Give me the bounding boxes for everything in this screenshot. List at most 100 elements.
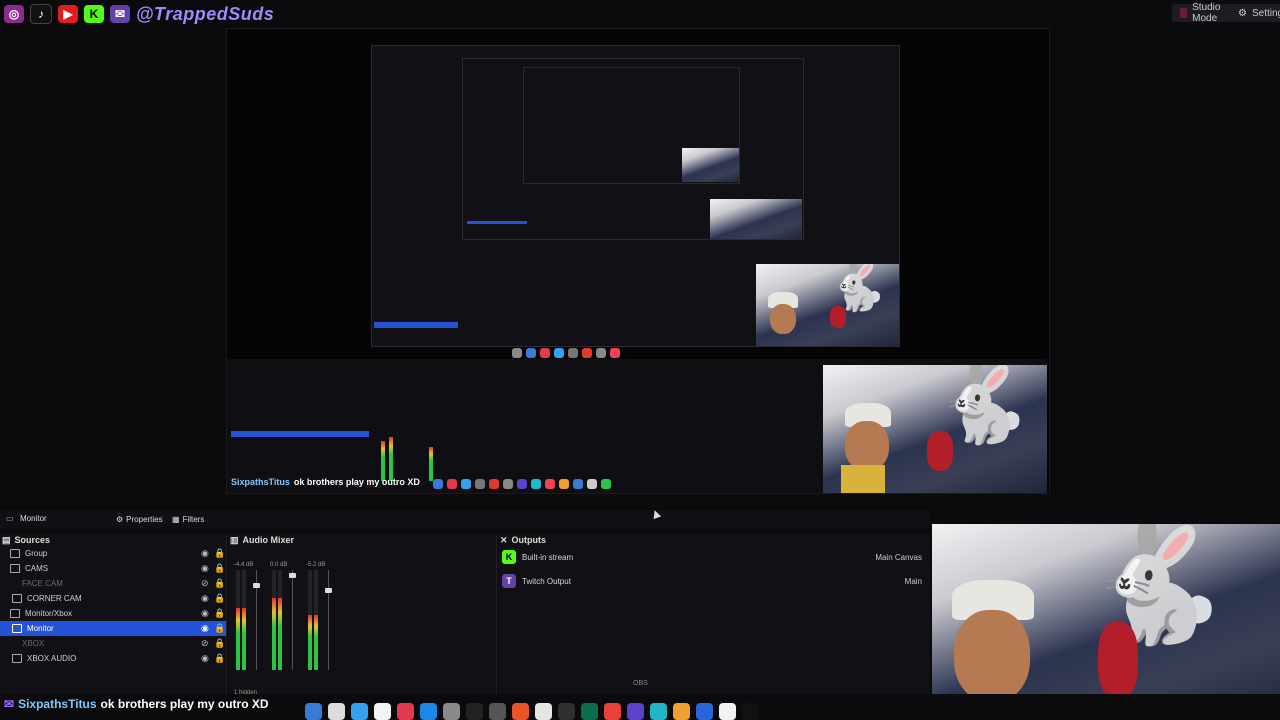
chat-user: SixpathsTitus: [18, 697, 97, 711]
gear-icon: ⚙: [116, 514, 124, 524]
eye-off-icon[interactable]: ⊘: [201, 578, 209, 589]
social-strip: ◎ ♪ ▶ K ✉ @TrappedSuds: [4, 4, 274, 24]
arrow-icon[interactable]: [604, 703, 621, 720]
outputs-title: Outputs: [511, 535, 547, 545]
lock-icon[interactable]: 🔒: [214, 653, 225, 664]
lock-icon[interactable]: 🔒: [214, 578, 225, 589]
launchpad-icon[interactable]: [328, 703, 345, 720]
current-scene-label: Monitor: [20, 514, 47, 523]
youtube-icon: ▶: [58, 5, 78, 23]
kick-icon: K: [84, 5, 104, 23]
audio-mixer-title: Audio Mixer: [242, 535, 295, 545]
face: [770, 304, 796, 334]
eye-icon[interactable]: ◉: [201, 593, 209, 604]
chatgpt-icon[interactable]: [535, 703, 552, 720]
fader-knob[interactable]: [253, 583, 260, 588]
calendar-icon[interactable]: [374, 703, 391, 720]
source-item[interactable]: Monitor/Xbox ◉ 🔒: [0, 606, 226, 621]
twitch-icon: ✉: [4, 697, 15, 711]
red-figure: [830, 306, 846, 328]
obs-icon[interactable]: [489, 703, 506, 720]
filters-button[interactable]: ▦ Filters: [168, 512, 208, 526]
source-label: Monitor/Xbox: [25, 609, 73, 618]
eye-icon[interactable]: ◉: [201, 563, 209, 574]
nested-chat: SixpathsTitus ok brothers play my outro …: [231, 477, 420, 487]
brave-icon[interactable]: [512, 703, 529, 720]
music-icon[interactable]: [397, 703, 414, 720]
folder-icon: [10, 609, 20, 618]
spark-icon[interactable]: [673, 703, 690, 720]
lock-icon[interactable]: 🔒: [214, 638, 225, 649]
podcasts-icon[interactable]: [627, 703, 644, 720]
eye-off-icon[interactable]: ⊘: [201, 638, 209, 649]
finder-icon[interactable]: [305, 703, 322, 720]
source-item[interactable]: CORNER CAM ◉ 🔒: [0, 591, 226, 606]
source-item[interactable]: Monitor ◉ 🔒: [0, 621, 226, 636]
preview-canvas[interactable]: 🐇 🐇 SixpathsTitus ok brothers play my ou…: [226, 28, 1050, 494]
fader-knob[interactable]: [325, 588, 332, 593]
lock-icon[interactable]: 🔒: [214, 563, 225, 574]
waveform-icon[interactable]: [581, 703, 598, 720]
monitor-icon: [12, 624, 22, 633]
volume-fader[interactable]: [292, 570, 293, 670]
lock-icon[interactable]: 🔒: [214, 548, 225, 559]
instagram-icon: ◎: [4, 5, 24, 23]
level-meter: [272, 598, 276, 670]
lock-icon[interactable]: 🔒: [214, 608, 225, 619]
safari-icon[interactable]: [351, 703, 368, 720]
app-dock: [305, 703, 759, 720]
outputs-header: ✕ Outputs: [498, 534, 930, 546]
nested-webcam-1: 🐇: [756, 264, 899, 346]
level-meter: [242, 608, 246, 670]
camera-icon: [12, 594, 22, 603]
source-item[interactable]: FACE CAM ⊘ 🔒: [0, 576, 226, 591]
system-settings-icon[interactable]: [443, 703, 460, 720]
eye-icon[interactable]: ◉: [201, 548, 209, 559]
monitor-icon: ▭: [6, 514, 14, 523]
source-item[interactable]: Group ◉ 🔒: [0, 546, 226, 561]
app-store-icon[interactable]: [420, 703, 437, 720]
notes-icon[interactable]: [719, 703, 736, 720]
eye-icon[interactable]: ◉: [201, 608, 209, 619]
messages-icon[interactable]: [650, 703, 667, 720]
source-label: XBOX AUDIO: [27, 654, 77, 663]
level-meter: [236, 608, 240, 670]
nested-webcam-3: [682, 148, 739, 182]
sources-panel: ▤ Sources Group ◉ 🔒 CAMS ◉ 🔒 FACE CAM ⊘ 🔒 CORN…: [0, 534, 227, 694]
source-item[interactable]: XBOX ⊘ 🔒: [0, 636, 226, 651]
source-label: Monitor: [27, 624, 54, 633]
settings-button[interactable]: ⚙ Settings: [1230, 4, 1280, 22]
outputs-panel: ✕ Outputs K Built-in stream Main Canvas …: [498, 534, 930, 694]
nested-webcam-main: 🐇: [823, 365, 1047, 493]
volume-fader[interactable]: [328, 570, 329, 670]
mixer-icon: ▥: [230, 534, 239, 545]
output-label: Twitch Output: [522, 576, 571, 586]
eye-icon[interactable]: ◉: [201, 653, 209, 664]
output-item[interactable]: K Built-in stream Main Canvas: [502, 548, 922, 566]
lock-icon[interactable]: 🔒: [214, 623, 225, 634]
source-item[interactable]: XBOX AUDIO ◉ 🔒: [0, 651, 226, 666]
lock-icon[interactable]: 🔒: [214, 593, 225, 604]
source-label: CAMS: [25, 564, 49, 573]
face: [845, 421, 889, 471]
chat-overlay: ✉ SixpathsTitus ok brothers play my outr…: [4, 697, 269, 711]
fader-knob[interactable]: [289, 573, 296, 578]
source-label: CORNER CAM: [27, 594, 82, 603]
twitch-icon: T: [502, 574, 516, 588]
properties-button[interactable]: ⚙ Properties: [112, 512, 167, 526]
waveform-icon-2[interactable]: [742, 703, 759, 720]
terminal-icon[interactable]: [466, 703, 483, 720]
source-label: FACE CAM: [22, 579, 63, 588]
output-item[interactable]: T Twitch Output Main: [502, 572, 922, 590]
signal-icon[interactable]: [696, 703, 713, 720]
chrome-icon[interactable]: [558, 703, 575, 720]
sources-icon: ▤: [2, 534, 11, 545]
level-meter: [314, 615, 318, 670]
eye-icon[interactable]: ◉: [201, 623, 209, 634]
nested-meter-2: [389, 437, 393, 481]
nested-meter-1: [381, 441, 385, 481]
close-icon[interactable]: ✕: [500, 535, 508, 546]
source-item[interactable]: CAMS ◉ 🔒: [0, 561, 226, 576]
folder-icon: [10, 564, 20, 573]
output-label: Built-in stream: [522, 552, 574, 562]
